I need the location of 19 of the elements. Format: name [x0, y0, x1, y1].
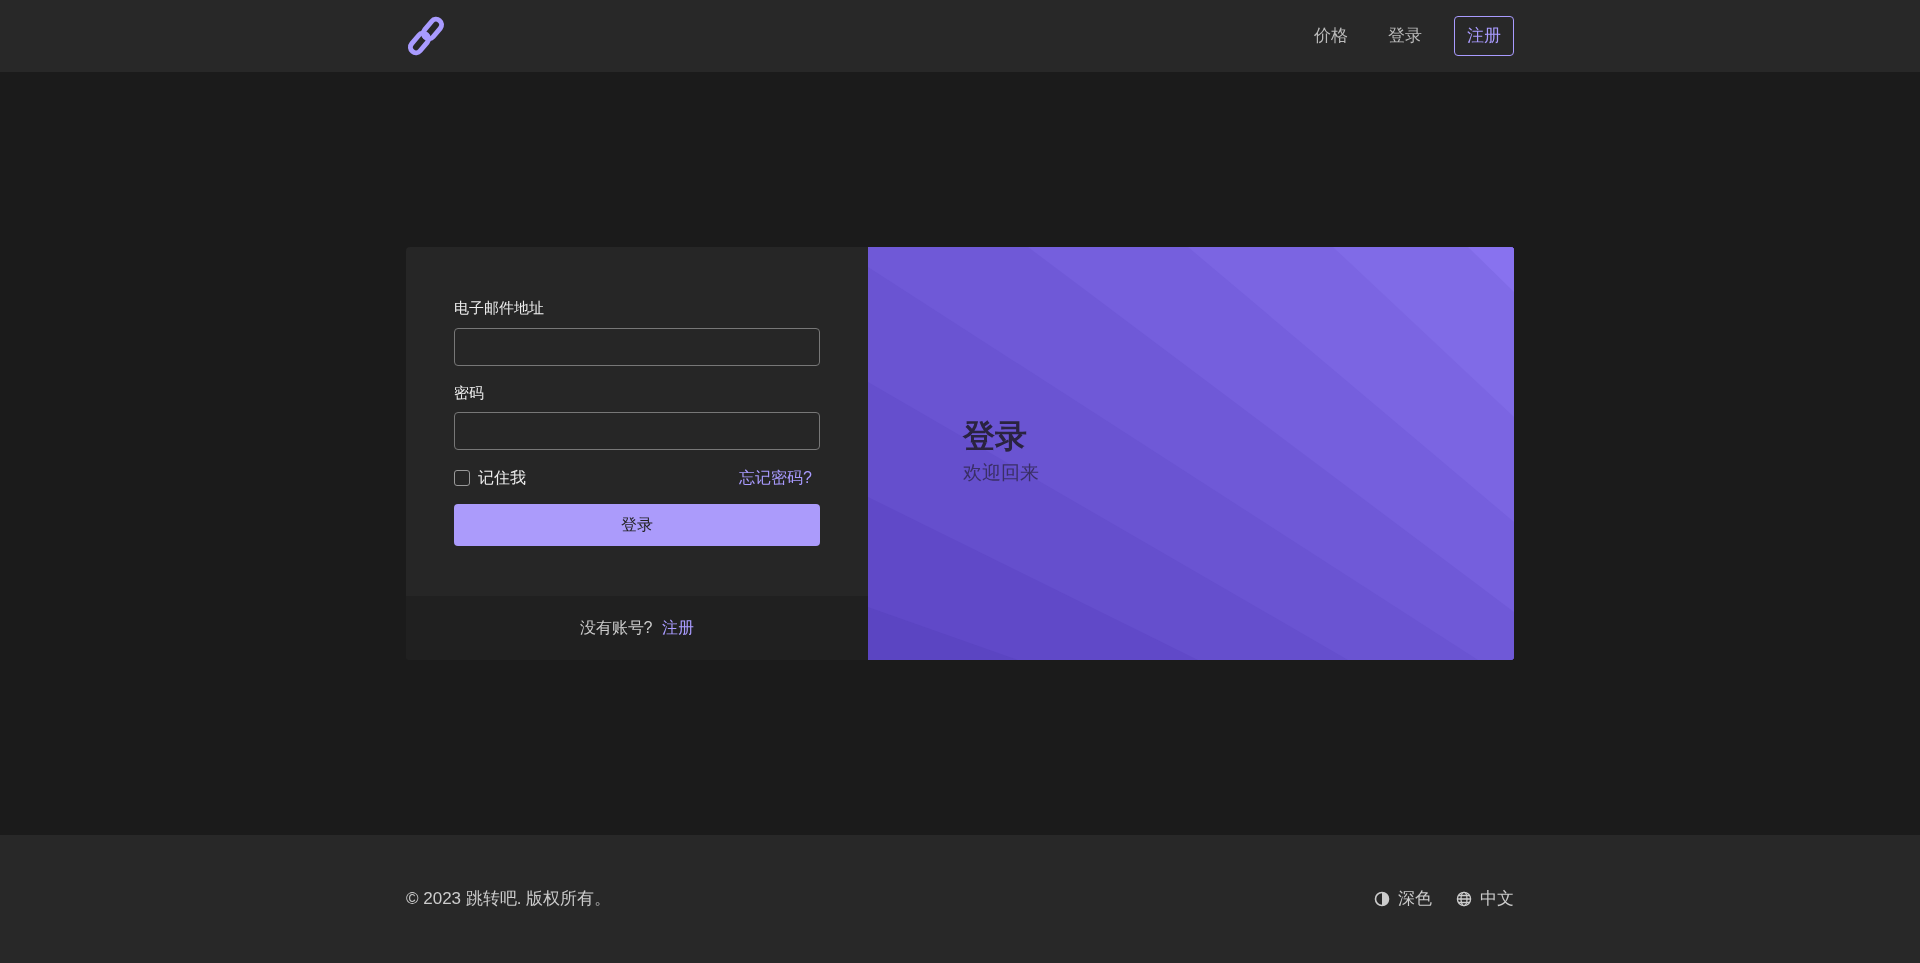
field-label: 密码 — [454, 382, 485, 403]
language-selector[interactable]: 中文 — [1456, 886, 1514, 912]
password-field[interactable] — [454, 412, 820, 450]
nav-link[interactable]: 登录 — [1376, 17, 1434, 55]
no-account-text: 没有账号? — [579, 618, 653, 638]
globe-icon — [1456, 891, 1472, 907]
banner-subtitle: 欢迎回来 — [963, 461, 1040, 486]
banner-title: 登录 — [963, 417, 1028, 456]
register-button[interactable]: 注册 — [1454, 16, 1514, 56]
email-field[interactable] — [454, 327, 820, 366]
register-link[interactable]: 注册 — [662, 616, 695, 640]
field-label: 电子邮件地址 — [454, 298, 545, 318]
login-button[interactable]: 登录 — [454, 504, 820, 546]
forgot-password-link[interactable]: 忘记密码? — [739, 466, 812, 490]
contrast-icon — [1374, 891, 1390, 907]
theme-toggle[interactable]: 深色 — [1374, 886, 1432, 912]
nav-link[interactable]: 价格 — [1302, 17, 1360, 55]
copyright-text: © 2023 跳转吧. 版权所有。 — [406, 888, 612, 911]
remember-me-checkbox[interactable]: 记住我 — [454, 466, 526, 490]
